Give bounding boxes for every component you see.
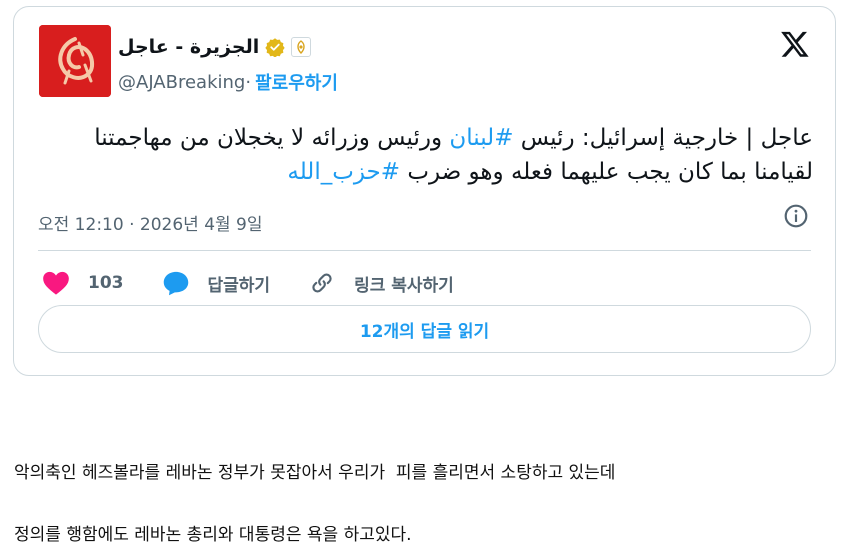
comment-line-1: 악의축인 헤즈볼라를 레바논 정부가 못잡아서 우리가 피를 흘리면서 소탕하고… — [14, 463, 616, 483]
reply-icon — [163, 271, 188, 296]
comment-line-2: 정의를 행함에도 레바논 총리와 대통령은 욕을 하고있다. — [14, 525, 412, 545]
hashtag-lebanon[interactable]: #لبنان — [449, 125, 513, 151]
link-icon — [312, 273, 332, 293]
tweet-text-part1: عاجل | خارجية إسرائيل: رئيس — [513, 125, 813, 151]
copy-link-button[interactable]: 링크 복사하기 — [308, 270, 454, 296]
x-logo-icon[interactable] — [779, 29, 811, 59]
timestamp[interactable]: 오전 12:10 · 2026년 4월 9일 — [38, 210, 263, 235]
like-count: 103 — [88, 273, 124, 293]
hashtag-hezbollah[interactable]: #حزب_الله — [287, 159, 400, 185]
separator: · — [245, 71, 252, 93]
follow-button[interactable]: 팔로우하기 — [255, 69, 338, 95]
reply-label: 답글하기 — [207, 275, 271, 296]
avatar[interactable] — [39, 25, 111, 97]
reply-button[interactable]: 답글하기 — [162, 270, 271, 296]
tweet-text: عاجل | خارجية إسرائيل: رئيس #لبنان ورئيس… — [38, 121, 813, 189]
handle-row: @AJABreaking · 팔로우하기 — [118, 69, 338, 95]
copy-link-label: 링크 복사하기 — [354, 275, 454, 296]
author-name-row: الجزيرة - عاجل — [118, 33, 312, 61]
al-jazeera-logo-icon — [39, 25, 111, 97]
verified-badge-icon — [265, 38, 285, 57]
like-button[interactable]: 103 — [42, 270, 124, 296]
handle[interactable]: @AJABreaking — [118, 72, 245, 93]
read-replies-button[interactable]: 12개의 답글 읽기 — [38, 305, 811, 353]
action-bar: 103 답글하기 링크 복사하기 — [42, 265, 492, 301]
affiliate-badge-icon — [291, 37, 312, 57]
info-icon[interactable] — [783, 203, 809, 229]
display-name[interactable]: الجزيرة - عاجل — [118, 36, 259, 58]
heart-icon — [43, 271, 69, 295]
divider — [38, 250, 811, 251]
embedded-tweet-card: الجزيرة - عاجل @AJABreaking · 팔로우하기 عاجل… — [13, 6, 836, 376]
